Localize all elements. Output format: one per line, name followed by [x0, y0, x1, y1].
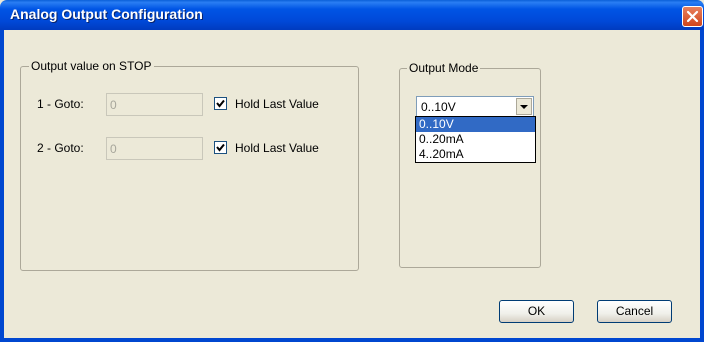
dialog-body: Output value on STOP 1 - Goto: 0 Hold La… — [4, 30, 700, 338]
window-title: Analog Output Configuration — [10, 6, 203, 22]
goto-1-label: 1 - Goto: — [37, 97, 84, 111]
output-mode-options-list[interactable]: 0..10V 0..20mA 4..20mA — [415, 116, 536, 163]
goto-1-input[interactable]: 0 — [106, 93, 203, 116]
output-mode-group: Output Mode 0..10V 0..10V 0..20mA 4..20m… — [399, 61, 541, 268]
window-border-right — [700, 30, 704, 342]
option-4-20ma[interactable]: 4..20mA — [416, 147, 535, 162]
output-mode-group-legend: Output Mode — [407, 61, 481, 75]
option-0-20ma[interactable]: 0..20mA — [416, 132, 535, 147]
goto-2-input[interactable]: 0 — [106, 137, 203, 160]
window-border-bottom — [0, 338, 704, 342]
ok-button[interactable]: OK — [499, 300, 574, 323]
option-0-10v[interactable]: 0..10V — [416, 117, 535, 132]
dropdown-button[interactable] — [516, 98, 532, 115]
hold-last-value-1-checkbox[interactable] — [214, 97, 227, 110]
goto-2-label: 2 - Goto: — [37, 141, 84, 155]
stop-value-group: Output value on STOP 1 - Goto: 0 Hold La… — [20, 59, 359, 271]
output-mode-select[interactable]: 0..10V — [416, 96, 534, 117]
output-mode-selected-value: 0..10V — [421, 100, 456, 114]
close-button[interactable] — [682, 6, 703, 27]
hold-last-value-2-label: Hold Last Value — [235, 141, 319, 155]
cancel-button[interactable]: Cancel — [597, 300, 672, 323]
title-bar[interactable]: Analog Output Configuration — [0, 0, 704, 30]
stop-value-group-legend: Output value on STOP — [29, 59, 154, 73]
hold-last-value-1-label: Hold Last Value — [235, 97, 319, 111]
hold-last-value-2-checkbox[interactable] — [214, 141, 227, 154]
